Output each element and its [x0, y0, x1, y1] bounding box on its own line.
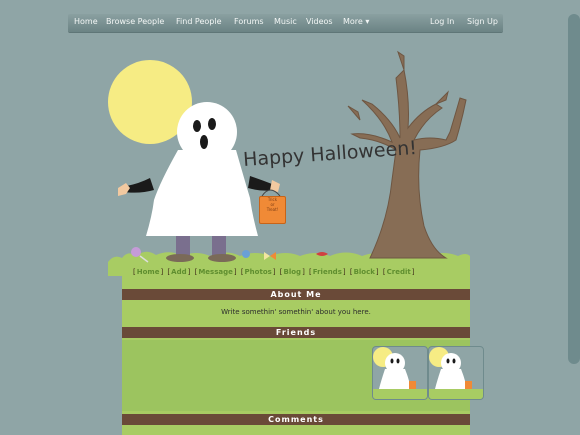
link-blog[interactable]: Blog	[284, 268, 302, 276]
comments-area	[122, 427, 470, 435]
link-friends[interactable]: Friends	[313, 268, 342, 276]
link-message[interactable]: Message	[198, 268, 233, 276]
comments-header: Comments	[122, 414, 470, 425]
link-block[interactable]: Block	[354, 268, 375, 276]
friend-thumbnail[interactable]	[428, 346, 484, 400]
link-add[interactable]: Add	[171, 268, 186, 276]
friend-thumbnail[interactable]	[372, 346, 428, 400]
friends-header: Friends	[122, 327, 470, 338]
about-me-text: Write somethin' somethin' about you here…	[221, 308, 371, 316]
trick-or-treat-bag: Trick or Treat!	[259, 196, 286, 224]
sign-line: Treat!	[266, 207, 279, 212]
profile-links: [Home] [Add] [Message] [Photos] [Blog] […	[133, 268, 415, 276]
friend-ghost-icon	[429, 347, 483, 399]
friend-ghost-icon	[373, 347, 427, 399]
link-credit[interactable]: Credit	[387, 268, 411, 276]
link-photos[interactable]: Photos	[245, 268, 272, 276]
link-home[interactable]: Home	[137, 268, 160, 276]
about-me-header: About Me	[122, 289, 470, 300]
